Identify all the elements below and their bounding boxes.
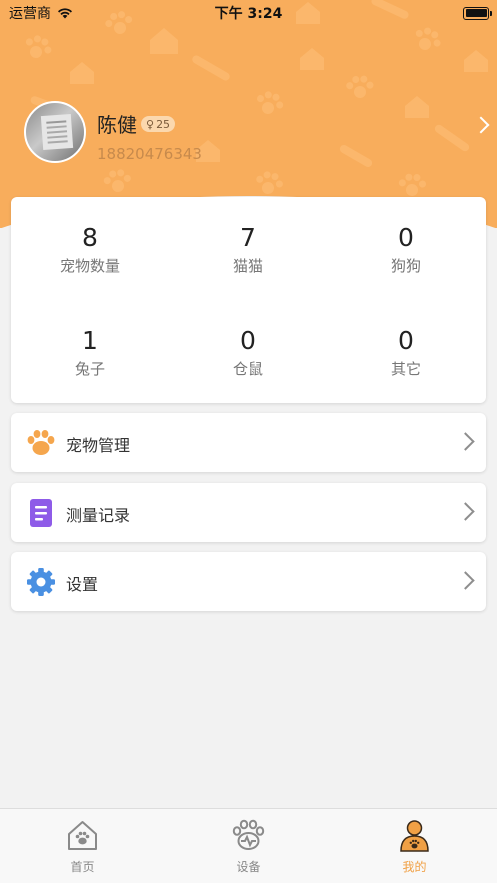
chevron-right-icon xyxy=(456,432,475,451)
menu-measurement-records[interactable]: 测量记录 xyxy=(11,483,486,542)
female-icon: ♀ xyxy=(146,117,155,131)
status-time: 下午 3:24 xyxy=(214,6,283,22)
stat-label: 宠物数量 xyxy=(59,257,120,275)
user-phone: 18820476343 xyxy=(97,145,202,163)
stat-dogs[interactable]: 0 狗狗 xyxy=(327,223,485,276)
stat-cats[interactable]: 7 猫猫 xyxy=(169,223,327,276)
device-paw-icon xyxy=(232,819,265,850)
stat-others[interactable]: 0 其它 xyxy=(327,326,485,379)
document-icon xyxy=(30,499,52,527)
stat-rabbits[interactable]: 1 兔子 xyxy=(11,326,169,379)
stat-label: 仓鼠 xyxy=(232,360,263,378)
tab-devices[interactable]: 设备 xyxy=(166,809,331,883)
stat-label: 兔子 xyxy=(74,360,105,378)
stat-label: 猫猫 xyxy=(232,257,263,275)
menu-settings[interactable]: 设置 xyxy=(11,552,486,611)
user-name: 陈健 xyxy=(97,113,137,137)
gear-icon xyxy=(27,568,55,596)
status-bar: 运营商 下午 3:24 xyxy=(0,0,497,26)
menu-label: 宠物管理 xyxy=(66,436,131,455)
menu-pet-management[interactable]: 宠物管理 xyxy=(11,413,486,472)
paw-icon xyxy=(27,430,55,455)
avatar[interactable] xyxy=(24,101,86,163)
tab-home[interactable]: 首页 xyxy=(0,809,165,883)
chevron-right-icon xyxy=(456,571,475,590)
profile-row[interactable]: 陈健 ♀ 25 18820476343 xyxy=(24,101,490,163)
stat-label: 其它 xyxy=(390,360,421,378)
tab-mine[interactable]: 我的 xyxy=(332,809,497,883)
battery-icon xyxy=(463,6,492,20)
stat-value: 0 xyxy=(240,326,256,355)
home-icon xyxy=(68,821,97,850)
profile-icon xyxy=(400,820,429,852)
menu-label: 设置 xyxy=(66,575,99,594)
stat-value: 7 xyxy=(240,223,256,252)
stat-value: 8 xyxy=(82,223,98,252)
stat-value: 0 xyxy=(398,326,414,355)
stat-hamsters[interactable]: 0 仓鼠 xyxy=(169,326,327,379)
age-value: 25 xyxy=(156,117,171,131)
chevron-right-icon[interactable] xyxy=(472,116,490,134)
tab-label: 我的 xyxy=(402,860,427,874)
chevron-right-icon xyxy=(456,502,475,521)
stat-pet-count[interactable]: 8 宠物数量 xyxy=(11,223,169,276)
stat-value: 0 xyxy=(398,223,414,252)
tab-bar: 首页 设备 我的 xyxy=(0,808,497,883)
tab-label: 首页 xyxy=(70,860,95,874)
menu-label: 测量记录 xyxy=(66,506,131,525)
stat-value: 1 xyxy=(82,326,98,355)
tab-label: 设备 xyxy=(236,860,261,874)
stat-label: 狗狗 xyxy=(390,257,421,275)
pet-stats-card: 8 宠物数量 7 猫猫 0 狗狗 1 兔子 0 仓鼠 0 其它 xyxy=(11,197,486,403)
gender-age-badge: ♀ 25 xyxy=(141,116,176,132)
